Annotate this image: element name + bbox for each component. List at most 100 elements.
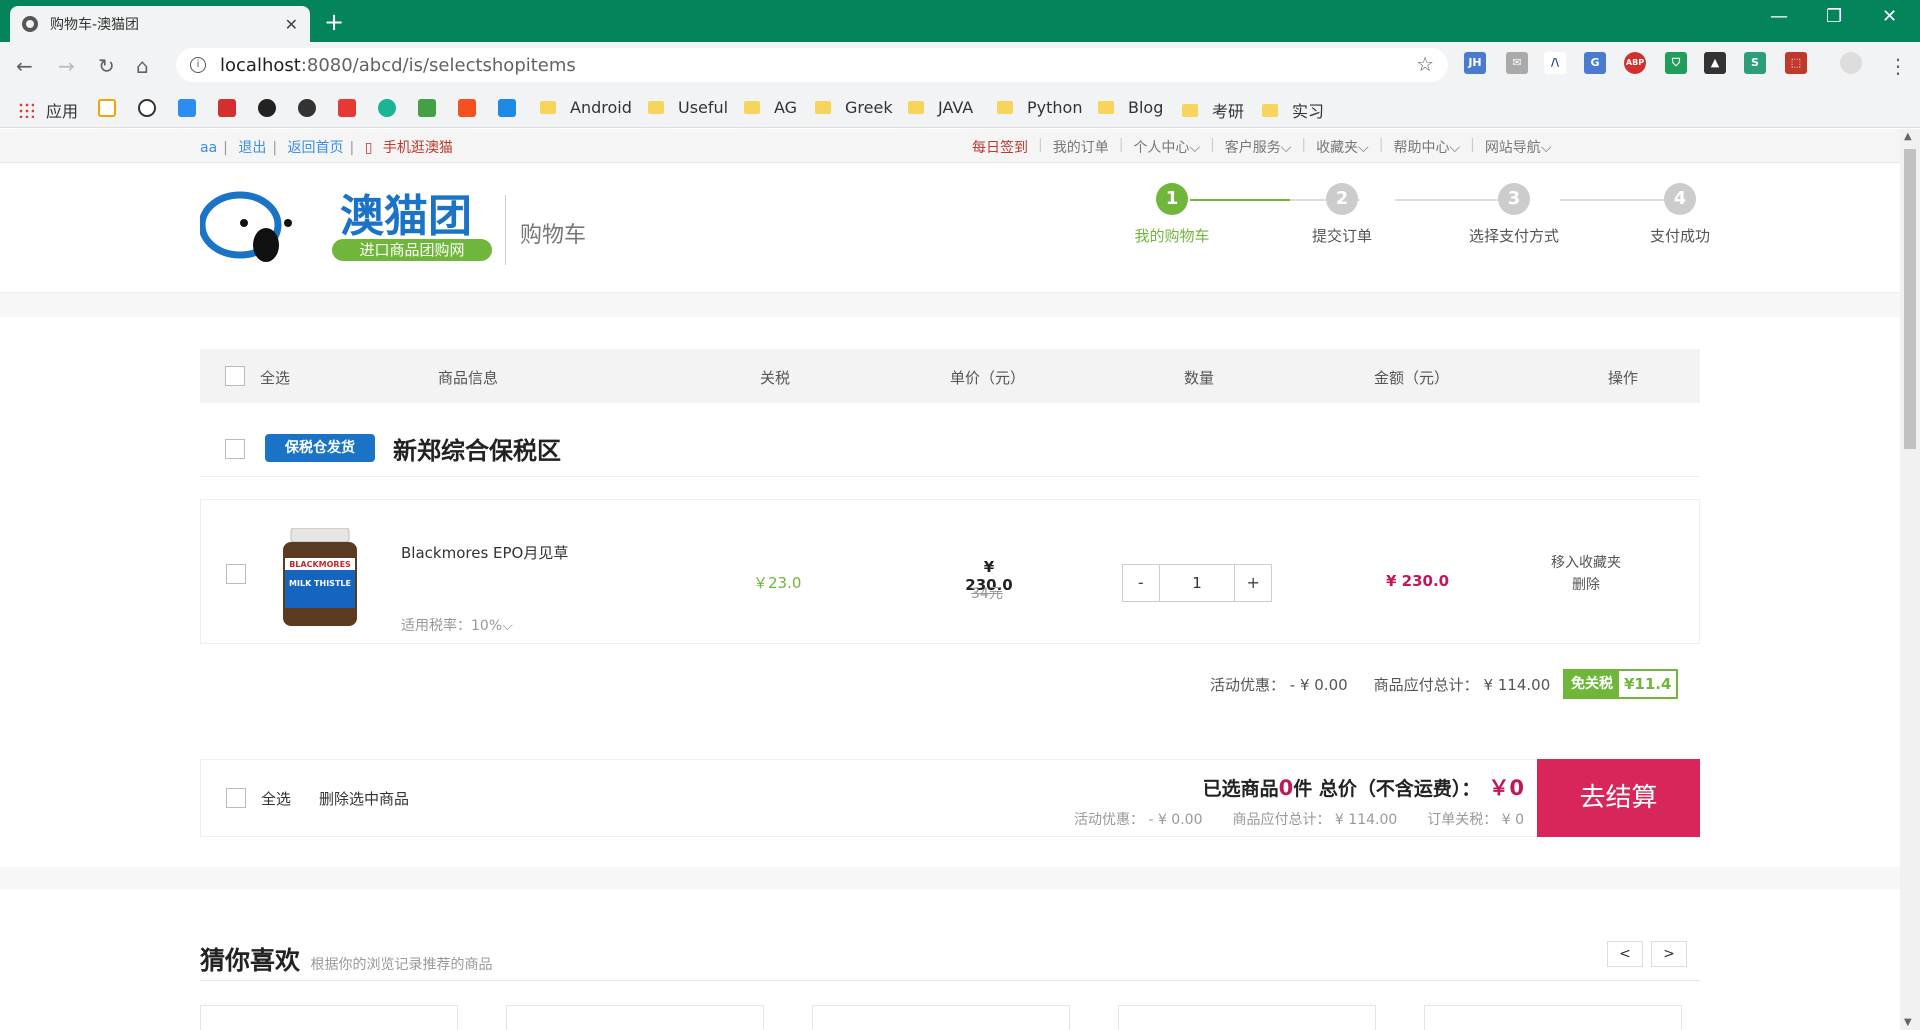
recommendations-title: 猜你喜欢 <box>200 946 301 975</box>
store-select-checkbox[interactable] <box>225 439 245 459</box>
bookmark-site-icon[interactable] <box>218 99 236 117</box>
back-button[interactable]: ← <box>16 54 33 78</box>
site-nav-menu[interactable]: 网站导航⌵ <box>1485 137 1552 157</box>
scrollbar-thumb[interactable] <box>1904 149 1916 449</box>
bookmark-folder-greek[interactable]: Greek <box>815 98 893 117</box>
reload-button[interactable]: ↻ <box>98 54 115 78</box>
phone-icon: ▯ <box>364 140 373 156</box>
qty-input[interactable]: 1 <box>1158 565 1236 601</box>
bookmark-folder-python[interactable]: Python <box>997 98 1082 117</box>
forward-button[interactable]: → <box>58 54 75 78</box>
customer-service-menu[interactable]: 客户服务⌵ <box>1225 137 1292 157</box>
username-link[interactable]: aa <box>200 140 217 156</box>
browser-tab[interactable]: 购物车-澳猫团 ✕ <box>10 6 310 42</box>
folder-icon <box>997 101 1013 114</box>
footer-select-all-checkbox[interactable] <box>226 788 246 808</box>
bookmark-site-icon[interactable] <box>458 99 476 117</box>
bookmark-site-icon[interactable] <box>298 99 316 117</box>
restore-button[interactable]: ❐ <box>1826 6 1842 27</box>
qty-decrease-button[interactable]: - <box>1123 565 1159 601</box>
product-name-link[interactable]: Blackmores EPO月见草 <box>401 542 568 563</box>
tab-title: 购物车-澳猫团 <box>50 17 140 33</box>
tab-close-icon[interactable]: ✕ <box>285 15 298 34</box>
scroll-down-arrow-icon[interactable]: ▼ <box>1904 1017 1912 1028</box>
move-to-favorites-link[interactable]: 移入收藏夹 <box>1551 552 1621 574</box>
bookmark-folder-kaoyan[interactable]: 考研 <box>1182 98 1244 122</box>
new-tab-button[interactable]: + <box>324 8 344 36</box>
bookmark-site-icon[interactable] <box>418 99 436 117</box>
close-window-button[interactable]: ✕ <box>1882 6 1897 27</box>
home-button[interactable]: ⌂ <box>136 54 149 78</box>
recommendation-card[interactable] <box>506 1005 764 1030</box>
logout-link[interactable]: 退出 <box>238 140 266 156</box>
qty-increase-button[interactable]: + <box>1235 565 1271 601</box>
select-all-checkbox[interactable] <box>225 366 245 386</box>
my-orders-link[interactable]: 我的订单 <box>1053 137 1109 157</box>
bookmark-folder-useful[interactable]: Useful <box>648 98 728 117</box>
minimize-button[interactable]: — <box>1770 6 1788 27</box>
bookmark-folder-blog[interactable]: Blog <box>1098 98 1163 117</box>
translate-extension-icon[interactable]: G <box>1584 52 1606 74</box>
recommendations-header: 猜你喜欢 根据你的浏览记录推荐的商品 < > <box>200 941 1700 981</box>
daily-sign-link[interactable]: 每日签到 <box>972 137 1028 157</box>
scroll-up-arrow-icon[interactable]: ▲ <box>1904 131 1912 142</box>
menu-kebab-icon[interactable]: ⋮ <box>1888 54 1908 78</box>
header-divider <box>505 195 506 265</box>
bookmark-site-icon[interactable] <box>338 99 356 117</box>
recommendation-card[interactable] <box>1424 1005 1682 1030</box>
pdf-extension-icon[interactable]: ⬚ <box>1785 52 1807 74</box>
bookmark-folder-ag[interactable]: AG <box>744 98 797 117</box>
item-select-checkbox[interactable] <box>226 564 246 584</box>
home-link[interactable]: 返回首页 <box>288 140 344 156</box>
col-quantity: 数量 <box>1184 369 1215 387</box>
bookmark-site-icon[interactable] <box>498 99 516 117</box>
select-all-label: 全选 <box>260 369 291 387</box>
recommendations-prev-button[interactable]: < <box>1607 941 1643 967</box>
mail-extension-icon[interactable]: ✉ <box>1506 52 1528 74</box>
svg-text:BLACKMORES: BLACKMORES <box>289 560 351 569</box>
aomaotuan-logo[interactable]: 澳猫团 进口商品团购网 <box>200 187 500 267</box>
recommendation-card[interactable] <box>1118 1005 1376 1030</box>
store-summary: 活动优惠： - ¥ 0.00 商品应付总计： ¥ 114.00 <box>1210 674 1550 695</box>
shield-extension-icon[interactable]: ⛉ <box>1665 52 1687 74</box>
recommendations-next-button[interactable]: > <box>1651 941 1687 967</box>
recommendation-card[interactable] <box>200 1005 458 1030</box>
info-icon[interactable]: i <box>190 57 206 73</box>
checkout-payable: 商品应付总计： ¥ 114.00 <box>1232 812 1398 828</box>
delete-item-link[interactable]: 删除 <box>1551 574 1621 596</box>
selected-total: 已选商品0件 总价（不含运费）： ￥0 <box>1202 776 1524 800</box>
bookmark-folder-shixi[interactable]: 实习 <box>1262 98 1324 122</box>
github-icon[interactable] <box>258 99 276 117</box>
bookmark-site-icon[interactable] <box>378 99 396 117</box>
bookmark-site-icon[interactable] <box>98 99 116 117</box>
jh-extension-icon[interactable]: JH <box>1464 52 1486 74</box>
tax-rate-dropdown[interactable]: 适用税率：10%⌵ <box>401 615 513 635</box>
product-image[interactable]: BLACKMORES MILK THISTLE <box>279 528 361 628</box>
chevron-down-icon: ⌵ <box>1280 140 1292 156</box>
mobile-link[interactable]: ▯ 手机逛澳猫 <box>365 140 459 156</box>
bookmark-star-icon[interactable]: ☆ <box>1416 52 1434 76</box>
bookmark-site-icon[interactable] <box>138 99 156 117</box>
adblock-extension-icon[interactable]: ABP <box>1624 52 1646 74</box>
cart-table-header: 全选 商品信息 关税 单价（元） 数量 金额（元） 操作 <box>200 349 1700 403</box>
address-bar[interactable]: i localhost:8080/abcd/is/selectshopitems… <box>176 48 1448 82</box>
bookmark-site-icon[interactable] <box>178 99 196 117</box>
bookmark-folder-java[interactable]: JAVA <box>908 98 973 117</box>
col-operation: 操作 <box>1608 369 1639 387</box>
bookmark-apps[interactable]: 应用 <box>18 98 78 122</box>
profile-avatar-icon[interactable] <box>1840 52 1862 74</box>
checkout-discount: 活动优惠： - ¥ 0.00 <box>1074 812 1203 828</box>
recommendation-card[interactable] <box>812 1005 1070 1030</box>
s-extension-icon[interactable]: S <box>1744 52 1766 74</box>
folder-icon <box>540 101 556 114</box>
help-center-menu[interactable]: 帮助中心⌵ <box>1393 137 1460 157</box>
upload-extension-icon[interactable]: ▲ <box>1704 52 1726 74</box>
delete-selected-link[interactable]: 删除选中商品 <box>319 788 409 809</box>
browser-toolbar: ← → ↻ ⌂ i localhost:8080/abcd/is/selects… <box>0 42 1920 88</box>
page-scrollbar[interactable]: ▲ ▼ <box>1900 129 1920 1030</box>
bookmark-folder-android[interactable]: Android <box>540 98 632 117</box>
checkout-button[interactable]: 去结算 <box>1537 759 1700 837</box>
favorites-menu[interactable]: 收藏夹⌵ <box>1316 137 1369 157</box>
personal-center-menu[interactable]: 个人中心⌵ <box>1133 137 1200 157</box>
zotero-extension-icon[interactable]: /\ <box>1544 52 1566 74</box>
